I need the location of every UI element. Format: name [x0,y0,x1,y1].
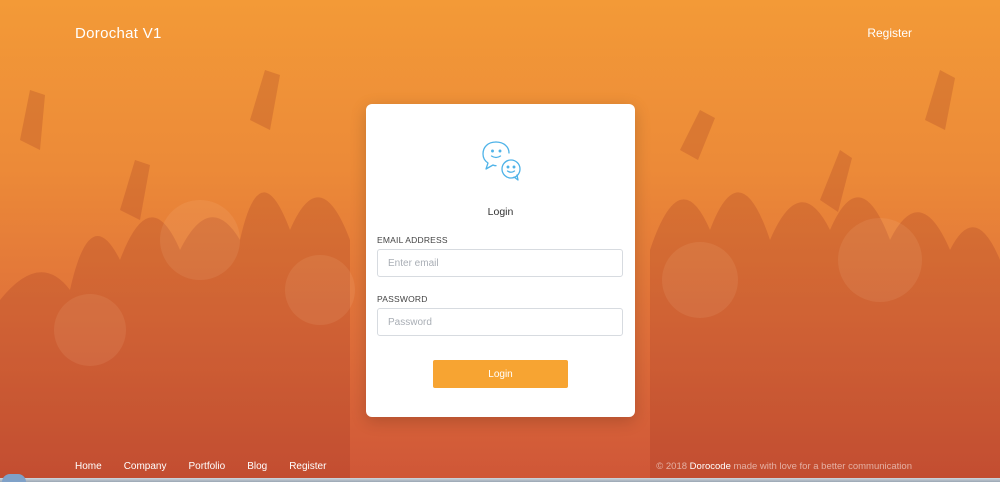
brand-title[interactable]: Dorochat V1 [75,25,162,42]
login-page: Dorochat V1 Register Login EMAIL ADDRESS… [0,0,1000,482]
password-label: PASSWORD [377,294,428,304]
copyright-text: © 2018 Dorocode made with love for a bet… [656,461,912,472]
login-button[interactable]: Login [433,360,568,388]
footer-link-home[interactable]: Home [75,461,102,472]
start-button[interactable] [2,474,26,482]
chat-bubbles-icon [482,141,521,181]
login-card: Login EMAIL ADDRESS PASSWORD Login [366,104,635,417]
top-register-link[interactable]: Register [867,26,912,40]
footer-nav: Home Company Portfolio Blog Register [75,461,348,472]
footer-link-blog[interactable]: Blog [247,461,267,472]
footer-link-register[interactable]: Register [289,461,326,472]
email-label: EMAIL ADDRESS [377,235,448,245]
copyright-brand[interactable]: Dorocode [690,461,731,472]
login-title: Login [487,206,514,218]
email-input[interactable] [377,249,623,277]
copyright-prefix: © 2018 [656,461,688,472]
footer-link-company[interactable]: Company [124,461,167,472]
password-input[interactable] [377,308,623,336]
os-taskbar [0,478,1000,482]
copyright-suffix: made with love for a better communicatio… [733,461,912,472]
footer-link-portfolio[interactable]: Portfolio [189,461,226,472]
